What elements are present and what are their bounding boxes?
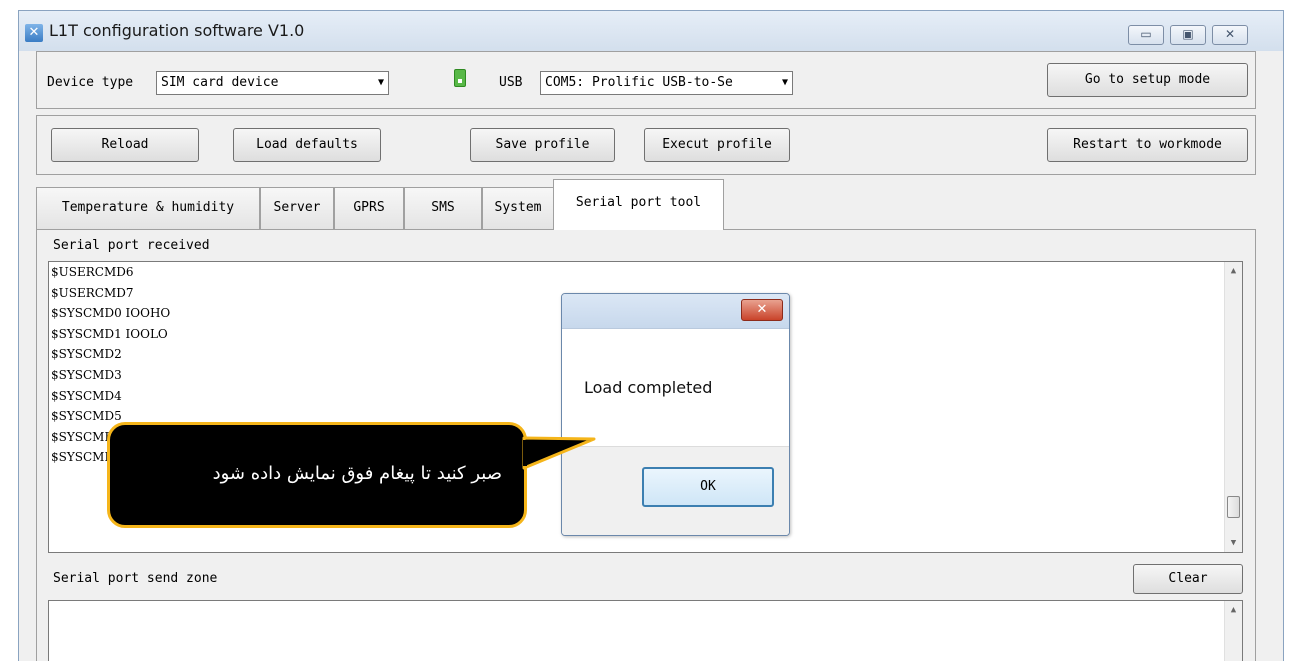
scroll-thumb[interactable] bbox=[1227, 496, 1240, 518]
usb-icon bbox=[454, 69, 466, 87]
dialog-message: Load completed bbox=[584, 378, 713, 397]
usb-label: USB bbox=[499, 75, 523, 90]
tab-sms[interactable]: SMS bbox=[404, 187, 482, 229]
device-type-label: Device type bbox=[47, 75, 134, 90]
load-defaults-button[interactable]: Load defaults bbox=[233, 128, 381, 162]
callout-text: صبر کنید تا پیغام فوق نمایش داده شود bbox=[212, 463, 502, 484]
tab-serial-port-tool[interactable]: Serial port tool bbox=[553, 179, 724, 230]
restart-to-workmode-button[interactable]: Restart to workmode bbox=[1047, 128, 1248, 162]
chevron-down-icon: ▼ bbox=[781, 77, 788, 88]
scroll-up-icon[interactable]: ▲ bbox=[1225, 605, 1242, 615]
reload-button[interactable]: Reload bbox=[51, 128, 199, 162]
port-value: COM5: Prolific USB-to-Se bbox=[545, 75, 733, 90]
serial-send-textbox[interactable]: ▲ bbox=[48, 600, 1243, 661]
scroll-up-icon[interactable]: ▲ bbox=[1225, 266, 1242, 276]
instruction-callout: صبر کنید تا پیغام فوق نمایش داده شود bbox=[107, 422, 527, 528]
go-to-setup-button[interactable]: Go to setup mode bbox=[1047, 63, 1248, 97]
received-line: $USERCMD6 bbox=[51, 265, 134, 279]
serial-send-label: Serial port send zone bbox=[53, 571, 218, 586]
ok-button[interactable]: OK bbox=[642, 467, 774, 507]
tab-system[interactable]: System bbox=[482, 187, 554, 229]
close-button[interactable]: ✕ bbox=[1212, 25, 1248, 45]
load-completed-dialog: ✕ Load completed OK bbox=[561, 293, 790, 536]
device-type-value: SIM card device bbox=[161, 75, 279, 90]
dialog-close-button[interactable]: ✕ bbox=[741, 299, 783, 321]
send-scrollbar[interactable]: ▲ bbox=[1224, 601, 1242, 661]
title-bar: ✕ L1T configuration software V1.0 ▭ ▣ ✕ bbox=[19, 11, 1283, 51]
execut-profile-button[interactable]: Execut profile bbox=[644, 128, 790, 162]
clear-button[interactable]: Clear bbox=[1133, 564, 1243, 594]
save-profile-button[interactable]: Save profile bbox=[470, 128, 615, 162]
tab-server[interactable]: Server bbox=[260, 187, 334, 229]
minimize-button[interactable]: ▭ bbox=[1128, 25, 1164, 45]
serial-received-label: Serial port received bbox=[53, 238, 210, 253]
received-scrollbar[interactable]: ▲ ▼ bbox=[1224, 262, 1242, 552]
port-select[interactable]: COM5: Prolific USB-to-Se ▼ bbox=[540, 71, 793, 95]
chevron-down-icon: ▼ bbox=[377, 77, 384, 88]
maximize-button[interactable]: ▣ bbox=[1170, 25, 1206, 45]
window-title: L1T configuration software V1.0 bbox=[49, 21, 305, 40]
callout-pointer bbox=[522, 436, 596, 470]
device-type-select[interactable]: SIM card device ▼ bbox=[156, 71, 389, 95]
tab-gprs[interactable]: GPRS bbox=[334, 187, 404, 229]
dialog-button-area: OK bbox=[562, 446, 789, 535]
tab-temperature-humidity[interactable]: Temperature & humidity bbox=[36, 187, 260, 229]
scroll-down-icon[interactable]: ▼ bbox=[1225, 538, 1242, 548]
app-icon: ✕ bbox=[25, 24, 43, 42]
dialog-title-bar: ✕ bbox=[562, 294, 789, 329]
